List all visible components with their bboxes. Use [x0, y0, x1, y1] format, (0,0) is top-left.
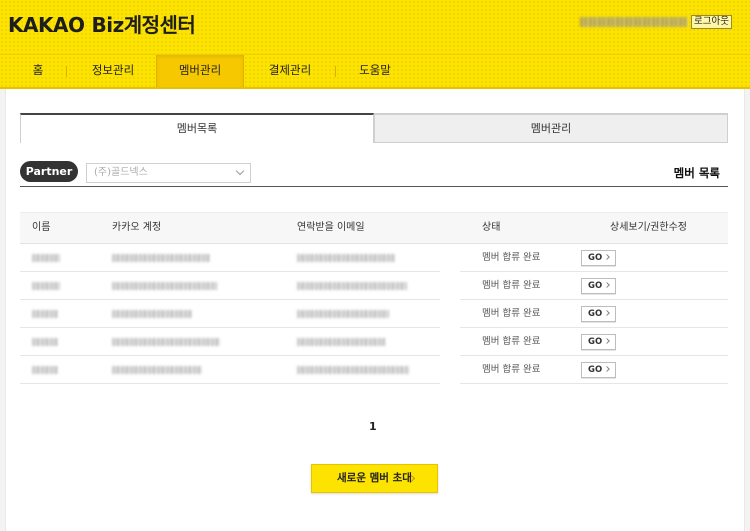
redacted-name: [32, 310, 58, 318]
redacted-name: [32, 282, 60, 290]
nav-item-members[interactable]: 멤버관리: [156, 55, 244, 88]
chevron-right-icon: [604, 310, 610, 316]
right-rail: [744, 89, 750, 531]
go-button-label: GO: [588, 309, 603, 319]
chevron-down-icon: [235, 166, 245, 176]
column-header-status: 상태: [482, 222, 501, 233]
user-area: 로그아웃: [580, 15, 732, 29]
chevron-right-icon: [604, 338, 610, 344]
section-title: 멤버 목록: [673, 166, 720, 180]
column-header-detail: 상세보기/권한수정: [610, 222, 687, 233]
go-button-label: GO: [588, 253, 603, 263]
chevron-right-icon: [604, 254, 610, 260]
go-button[interactable]: GO: [581, 278, 616, 294]
nav-item-billing[interactable]: 결제관리: [256, 55, 324, 88]
invite-member-label: 새로운 멤버 초대: [337, 472, 412, 484]
nav-separator: [335, 66, 336, 77]
partner-badge: Partner: [20, 161, 78, 182]
partner-select-value: (주)골드넥스: [94, 167, 148, 178]
pagination-current-page[interactable]: 1: [369, 420, 377, 433]
go-button-label: GO: [588, 281, 603, 291]
table-row: 멤버 합류 완료 GO: [20, 244, 728, 272]
redacted-email: [297, 366, 409, 374]
status-text: 멤버 합류 완료: [482, 252, 541, 263]
status-text: 멤버 합류 완료: [482, 280, 541, 291]
redacted-email: [297, 338, 385, 346]
table-row: 멤버 합류 완료 GO: [20, 300, 728, 328]
redacted-kakao-account: [112, 366, 202, 374]
tab-member-manage[interactable]: 멤버관리: [374, 113, 728, 143]
redacted-kakao-account: [112, 254, 210, 262]
kakao-biz-logo[interactable]: KAKAO Biz계정센터: [8, 9, 196, 38]
table-row: 멤버 합류 완료 GO: [20, 328, 728, 356]
status-text: 멤버 합류 완료: [482, 308, 541, 319]
chevron-right-icon: [604, 282, 610, 288]
redacted-email: [297, 282, 407, 290]
tab-member-list[interactable]: 멤버목록: [20, 113, 374, 143]
redacted-email: [297, 310, 389, 318]
logo-kakao-text: KAKAO: [8, 13, 85, 37]
column-header-name: 이름: [32, 222, 51, 233]
row-divider: [460, 383, 728, 384]
go-button[interactable]: GO: [581, 362, 616, 378]
logo-biz-text: Biz계정센터: [91, 13, 196, 37]
top-header: KAKAO Biz계정센터 로그아웃 홈 정보관리 멤버관리 결제관리 도움말: [0, 0, 750, 88]
go-button-label: GO: [588, 337, 603, 347]
partner-select[interactable]: (주)골드넥스: [86, 163, 251, 183]
status-text: 멤버 합류 완료: [482, 364, 541, 375]
section-divider: [20, 186, 728, 187]
go-button[interactable]: GO: [581, 334, 616, 350]
chevron-right-icon: [604, 366, 610, 372]
redacted-kakao-account: [112, 282, 217, 290]
redacted-email: [297, 254, 395, 262]
nav-separator: [66, 66, 67, 77]
user-email-redacted: [580, 17, 689, 27]
logout-button[interactable]: 로그아웃: [691, 15, 732, 29]
column-header-kakao-account: 카카오 계정: [112, 222, 162, 233]
main-nav: 홈 정보관리 멤버관리 결제관리 도움말: [0, 54, 750, 88]
redacted-name: [32, 254, 60, 262]
column-header-contact-email: 연락받을 이메일: [297, 222, 365, 233]
tab-divider: [374, 142, 728, 143]
status-text: 멤버 합류 완료: [482, 336, 541, 347]
redacted-name: [32, 338, 58, 346]
go-button[interactable]: GO: [581, 250, 616, 266]
table-row: 멤버 합류 완료 GO: [20, 356, 728, 384]
nav-item-info[interactable]: 정보관리: [78, 55, 148, 88]
nav-item-help[interactable]: 도움말: [344, 55, 406, 88]
invite-member-button[interactable]: 새로운 멤버 초대: [311, 464, 438, 493]
redacted-name: [32, 366, 58, 374]
row-divider: [20, 383, 440, 384]
left-rail: [0, 89, 6, 531]
redacted-kakao-account: [112, 338, 220, 346]
header-divider: [0, 87, 750, 89]
go-button-label: GO: [588, 365, 603, 375]
nav-item-home[interactable]: 홈: [18, 55, 58, 88]
go-button[interactable]: GO: [581, 306, 616, 322]
table-header: 이름 카카오 계정 연락받을 이메일 상태 상세보기/권한수정: [20, 212, 728, 244]
table-row: 멤버 합류 완료 GO: [20, 272, 728, 300]
redacted-kakao-account: [112, 310, 192, 318]
